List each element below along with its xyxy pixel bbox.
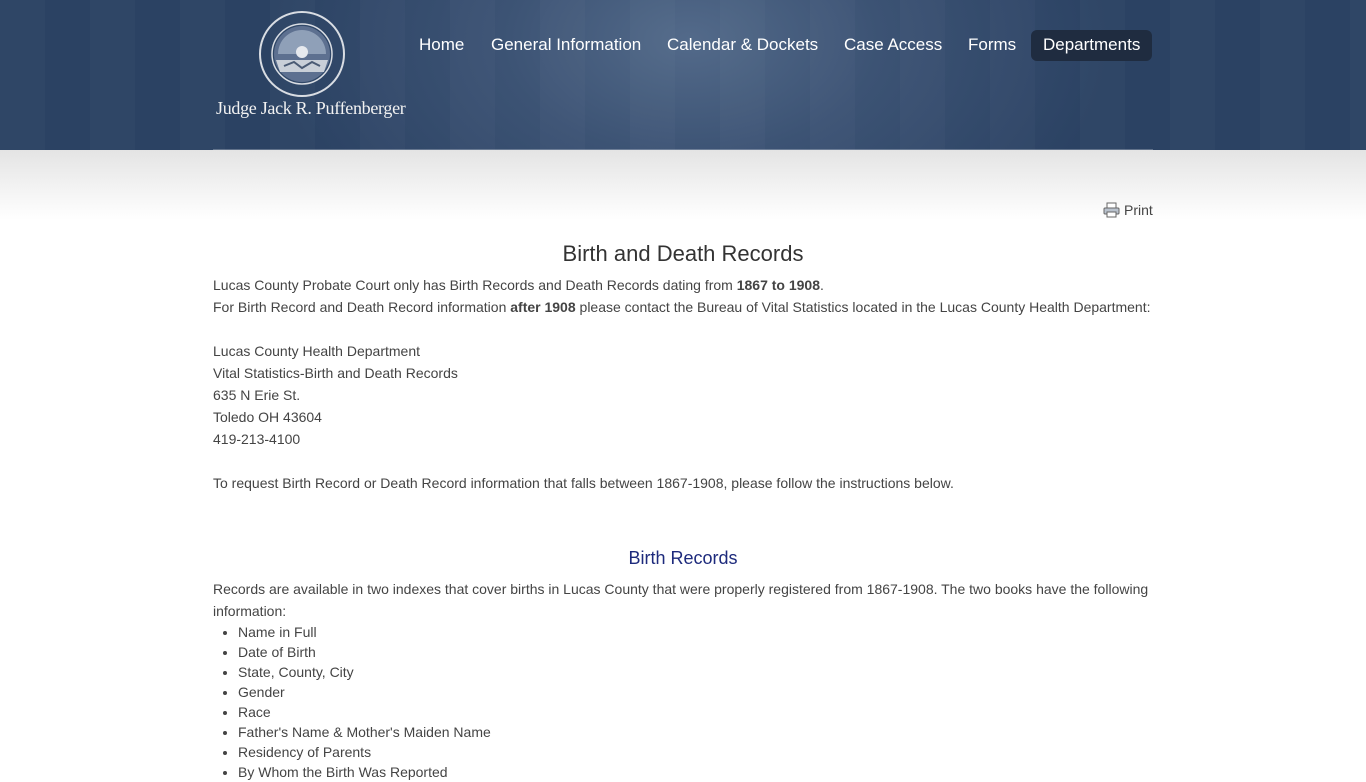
list-item: Father's Name & Mother's Maiden Name <box>238 722 1153 742</box>
request-instructions: To request Birth Record or Death Record … <box>213 475 954 491</box>
address-line: Lucas County Health Department <box>213 343 420 359</box>
address-line: Toledo OH 43604 <box>213 409 322 425</box>
print-label: Print <box>1124 202 1153 218</box>
list-item: Race <box>238 702 1153 722</box>
contact-text: For Birth Record and Death Record inform… <box>213 299 511 315</box>
health-department-address: Lucas County Health Department Vital Sta… <box>213 340 1153 450</box>
court-logo[interactable]: Judge Jack R. Puffenberger <box>216 10 406 122</box>
list-item: Gender <box>238 682 1153 702</box>
address-line: Vital Statistics-Birth and Death Records <box>213 365 458 381</box>
nav-general-information[interactable]: General Information <box>491 30 641 61</box>
birth-records-description: Records are available in two indexes tha… <box>213 581 1149 619</box>
nav-calendar-dockets[interactable]: Calendar & Dockets <box>667 30 818 61</box>
site-header: Judge Jack R. Puffenberger Home General … <box>0 0 1366 150</box>
intro-text: Lucas County Probate Court only has Birt… <box>213 277 737 293</box>
header-shadow-band <box>0 150 1366 220</box>
nav-departments[interactable]: Departments <box>1031 30 1153 61</box>
address-line: 635 N Erie St. <box>213 387 301 403</box>
list-item: Date of Birth <box>238 642 1153 662</box>
date-range-emphasis: 1867 to 1908 <box>736 277 821 293</box>
nav-forms[interactable]: Forms <box>968 30 1016 61</box>
phone-number: 419-213-4100 <box>213 431 301 447</box>
list-item: State, County, City <box>238 662 1153 682</box>
printer-icon <box>1103 202 1120 218</box>
judge-name: Judge Jack R. Puffenberger <box>216 98 406 118</box>
page-title: Birth and Death Records <box>562 241 804 266</box>
intro-text-end: . <box>820 277 824 293</box>
nav-case-access[interactable]: Case Access <box>844 30 942 61</box>
list-item: Name in Full <box>238 622 1153 642</box>
intro-paragraph: Lucas County Probate Court only has Birt… <box>213 274 1153 296</box>
main-content: Birth and Death Records Lucas County Pro… <box>213 240 1153 782</box>
print-link[interactable]: Print <box>1103 200 1153 220</box>
birth-records-heading: Birth Records <box>628 548 738 568</box>
contact-text-end: please contact the Bureau of Vital Stati… <box>575 299 1151 315</box>
main-navigation: Home General Information Calendar & Dock… <box>0 30 1366 61</box>
nav-home[interactable]: Home <box>419 30 464 61</box>
birth-record-fields: Name in Full Date of Birth State, County… <box>213 622 1153 782</box>
list-item: By Whom the Birth Was Reported <box>238 762 1153 782</box>
header-divider <box>213 149 1153 150</box>
list-item: Residency of Parents <box>238 742 1153 762</box>
contact-paragraph: For Birth Record and Death Record inform… <box>213 296 1153 318</box>
after-date-emphasis: after 1908 <box>510 299 576 315</box>
